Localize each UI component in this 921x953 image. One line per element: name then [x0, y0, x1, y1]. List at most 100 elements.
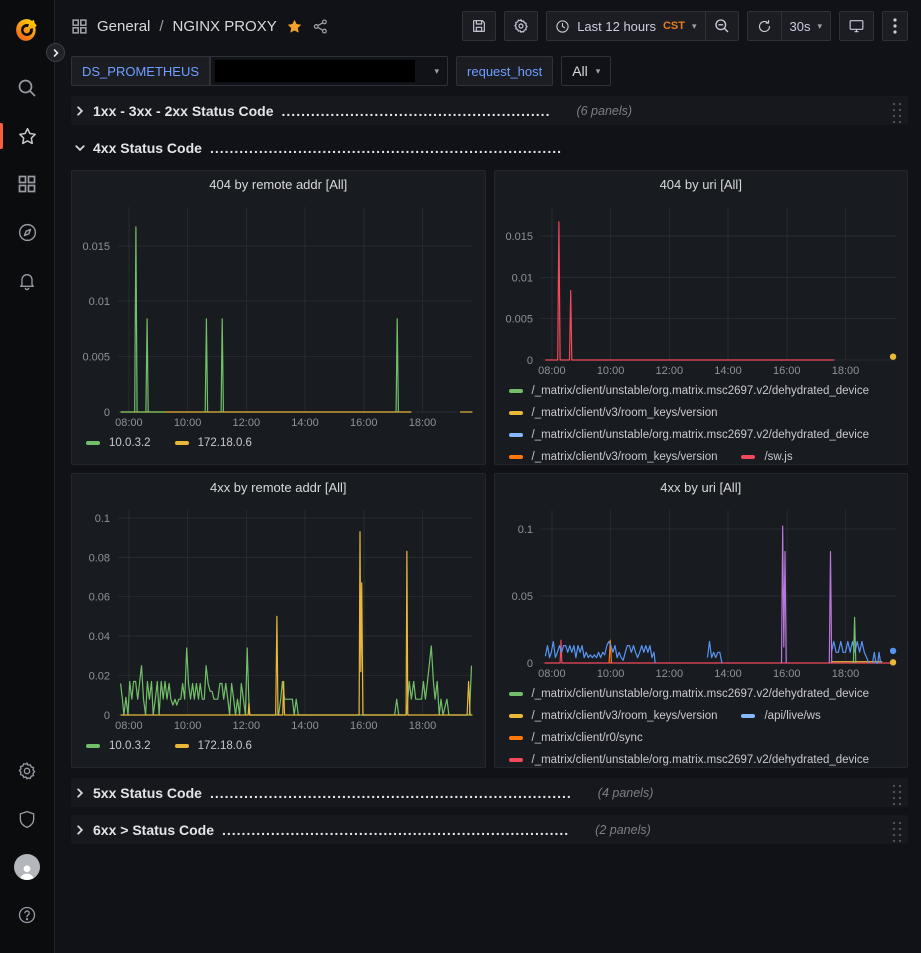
sidebar-item-search[interactable] [0, 64, 55, 112]
cycle-view-mode-button[interactable] [839, 11, 874, 41]
legend-item[interactable]: /_matrix/client/unstable/org.matrix.msc2… [509, 429, 870, 441]
gear-icon [513, 18, 529, 34]
panel-404-by-uri: 404 by uri [All] 00.0050.010.01508:0010:… [494, 170, 909, 465]
x-axis-tick-label: 08:00 [115, 417, 143, 429]
sidebar-item-dashboards[interactable] [0, 160, 55, 208]
y-axis-tick-label: 0.02 [89, 671, 110, 683]
share-icon[interactable] [312, 18, 329, 35]
legend-item[interactable]: /sw.js [741, 451, 792, 463]
row-panel-count: (4 panels) [598, 786, 654, 800]
legend-item[interactable]: /_matrix/client/v3/room_keys/version [509, 407, 718, 419]
sidebar-item-profile[interactable] [0, 843, 55, 891]
panel-title[interactable]: 404 by remote addr [All] [72, 171, 485, 197]
panel-title[interactable]: 4xx by uri [All] [495, 474, 908, 500]
legend-row: /_matrix/client/v3/room_keys/version [509, 402, 902, 424]
sidebar-bottom-group [0, 747, 55, 939]
star-icon [17, 126, 38, 147]
legend-item[interactable]: /_matrix/client/unstable/org.matrix.msc2… [509, 385, 870, 397]
row-drag-handle[interactable] [890, 99, 902, 123]
x-axis-tick-label: 18:00 [831, 365, 859, 377]
panel-title[interactable]: 4xx by remote addr [All] [72, 474, 485, 500]
x-axis-tick-label: 14:00 [291, 417, 319, 429]
y-axis-tick-label: 0.01 [511, 272, 532, 284]
legend-row: /_matrix/client/v3/room_keys/version/api… [509, 705, 902, 727]
legend-swatch [509, 455, 523, 459]
time-picker-button[interactable]: Last 12 hours CST ▾ [546, 11, 704, 41]
more-options-button[interactable] [882, 11, 908, 41]
grafana-logo[interactable] [0, 10, 55, 50]
refresh-icon [757, 19, 772, 34]
refresh-interval-label: 30s [790, 19, 811, 34]
gear-icon [17, 761, 37, 781]
row-header-1xx-3xx-2xx[interactable]: 1xx - 3xx - 2xx Status Code ............… [71, 96, 908, 125]
save-dashboard-button[interactable] [462, 11, 496, 41]
series-line [853, 617, 855, 663]
row-header-6xx[interactable]: 6xx > Status Code ......................… [71, 815, 908, 844]
dashboards-icon [17, 174, 37, 194]
dashboard-settings-button[interactable] [504, 11, 538, 41]
compass-icon [17, 222, 38, 243]
chart-canvas[interactable]: 00.0050.010.01508:0010:0012:0014:0016:00… [495, 197, 908, 378]
active-indicator [0, 123, 3, 149]
chart-legend: /_matrix/client/unstable/org.matrix.msc2… [495, 378, 908, 464]
row-title: 6xx > Status Code [93, 822, 214, 838]
chart-canvas[interactable]: 00.020.040.060.080.108:0010:0012:0014:00… [72, 500, 485, 733]
dashboard-variables-bar: DS_PROMETHEUS ▾ request_host All ▾ [55, 52, 921, 90]
sidebar-item-server-admin[interactable] [0, 795, 55, 843]
legend-item[interactable]: /_matrix/client/r0/sync [509, 732, 643, 744]
chart-plot-area[interactable]: 00.020.040.060.080.108:0010:0012:0014:00… [72, 500, 485, 733]
chevron-down-icon: ▾ [817, 21, 822, 32]
variable-value-dropdown[interactable]: ▾ [210, 56, 448, 86]
chart-canvas[interactable]: 00.050.108:0010:0012:0014:0016:0018:00 [495, 500, 908, 681]
panel-title[interactable]: 404 by uri [All] [495, 171, 908, 197]
x-axis-tick-label: 12:00 [655, 365, 683, 377]
refresh-button[interactable] [747, 11, 781, 41]
sidebar-item-explore[interactable] [0, 208, 55, 256]
zoom-out-button[interactable] [705, 11, 739, 41]
favorite-star-icon[interactable] [286, 18, 303, 35]
legend-item[interactable]: /_matrix/client/v3/room_keys/version [509, 451, 718, 463]
legend-swatch [86, 744, 100, 748]
legend-item[interactable]: 10.0.3.2 [86, 740, 151, 752]
sidebar-item-configuration[interactable] [0, 747, 55, 795]
refresh-group: 30s ▾ [747, 11, 832, 41]
time-range-label: Last 12 hours [577, 19, 656, 34]
sidebar-item-help[interactable] [0, 891, 55, 939]
y-axis-tick-label: 0.015 [82, 241, 110, 253]
legend-item[interactable]: /_matrix/client/v3/room_keys/version [509, 710, 718, 722]
series-line [205, 319, 207, 412]
legend-label: /_matrix/client/unstable/org.matrix.msc2… [532, 429, 870, 441]
refresh-interval-dropdown[interactable]: 30s ▾ [781, 11, 832, 41]
variable-value-dropdown[interactable]: All ▾ [561, 56, 611, 86]
row-title: 4xx Status Code [93, 140, 202, 156]
row-drag-handle[interactable] [890, 781, 902, 805]
chart-legend: /_matrix/client/unstable/org.matrix.msc2… [495, 681, 908, 767]
series-line [829, 552, 831, 663]
chart-legend: 10.0.3.2 172.18.0.6 [72, 430, 485, 464]
legend-item[interactable]: /_matrix/client/unstable/org.matrix.msc2… [509, 754, 870, 766]
legend-item[interactable]: 172.18.0.6 [175, 740, 252, 752]
row-header-5xx[interactable]: 5xx Status Code ........................… [71, 778, 908, 807]
legend-item[interactable]: 10.0.3.2 [86, 437, 151, 449]
legend-row: /_matrix/client/v3/room_keys/version/sw.… [509, 446, 902, 464]
y-axis-tick-label: 0.06 [89, 592, 110, 604]
row-drag-handle[interactable] [890, 818, 902, 842]
sidebar-item-alerting[interactable] [0, 256, 55, 304]
legend-item[interactable]: 172.18.0.6 [175, 437, 252, 449]
row-header-4xx[interactable]: 4xx Status Code ........................… [71, 133, 908, 162]
chart-canvas[interactable]: 00.0050.010.01508:0010:0012:0014:0016:00… [72, 197, 485, 430]
y-axis-tick-label: 0.01 [89, 296, 110, 308]
chart-plot-area[interactable]: 00.0050.010.01508:0010:0012:0014:0016:00… [495, 197, 908, 378]
legend-item[interactable]: /api/live/ws [741, 710, 820, 722]
legend-row: /_matrix/client/unstable/org.matrix.msc2… [509, 749, 902, 767]
legend-label: 10.0.3.2 [109, 740, 151, 752]
breadcrumb-section[interactable]: General [97, 18, 150, 35]
chart-plot-area[interactable]: 00.050.108:0010:0012:0014:0016:0018:00 [495, 500, 908, 681]
y-axis-tick-label: 0.04 [89, 631, 110, 643]
legend-item[interactable]: /_matrix/client/unstable/org.matrix.msc2… [509, 688, 870, 700]
chart-plot-area[interactable]: 00.0050.010.01508:0010:0012:0014:0016:00… [72, 197, 485, 430]
legend-swatch [741, 714, 755, 718]
sidebar-item-starred[interactable] [0, 112, 55, 160]
x-axis-tick-label: 16:00 [350, 720, 378, 732]
sidebar-expand-button[interactable] [46, 43, 65, 62]
